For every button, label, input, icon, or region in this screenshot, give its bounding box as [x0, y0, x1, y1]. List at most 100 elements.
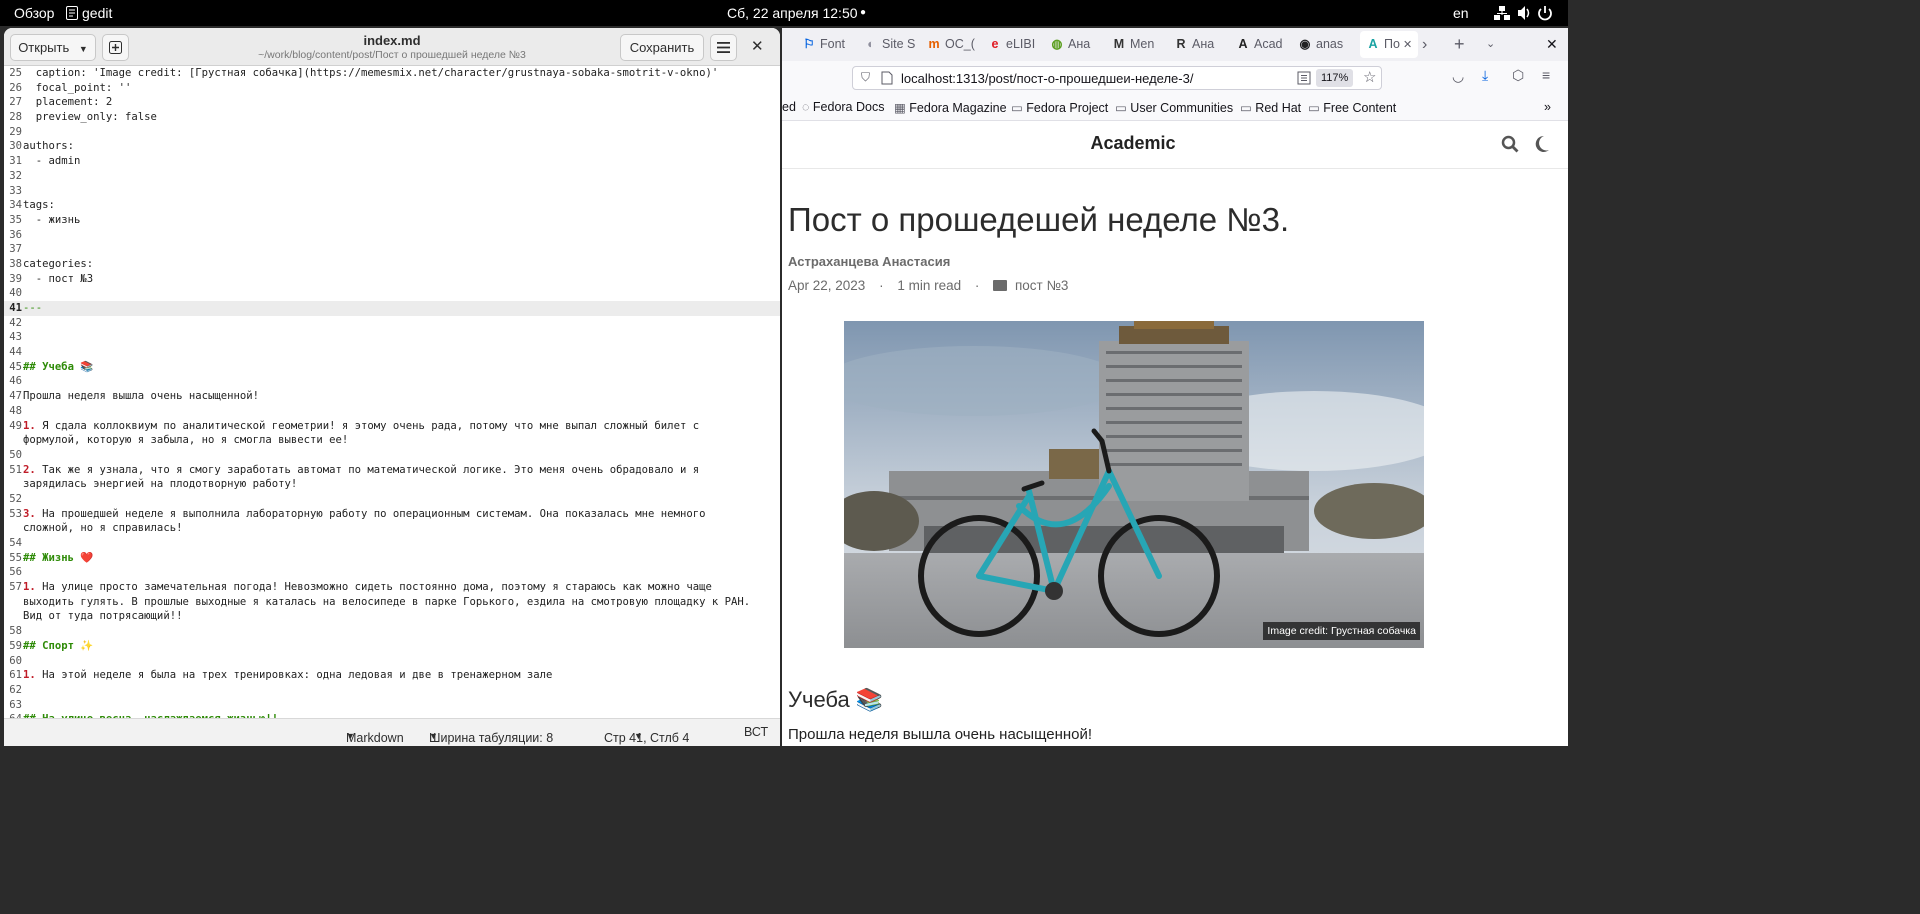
reader-view-icon[interactable] [1297, 71, 1311, 85]
search-icon[interactable] [1501, 135, 1519, 153]
browser-tab[interactable]: ◐ Site S [864, 28, 922, 61]
browser-tab[interactable]: A По ✕ [1360, 31, 1418, 58]
code-line[interactable]: 45 ## Учеба 📚 [4, 360, 780, 375]
code-line[interactable]: 50 [4, 448, 780, 463]
close-icon[interactable]: ✕ [751, 37, 764, 55]
code-line[interactable]: 61 1. На этой неделе я была на трех трени… [4, 668, 780, 683]
bookmark-item[interactable]: ▦ Fedora Magazine [894, 100, 1007, 115]
app-menu[interactable]: gedit [66, 0, 112, 26]
browser-tab[interactable]: ⚐ Font [802, 28, 860, 61]
line-number: 46 [9, 375, 22, 388]
code-line[interactable]: 55 ## Жизнь ❤️ [4, 551, 780, 566]
browser-tab[interactable]: ◍ Ана [1050, 28, 1108, 61]
code-line[interactable]: 63 [4, 698, 780, 713]
line-number: 59 [9, 639, 22, 652]
app-menu-icon[interactable]: ≡ [1542, 67, 1550, 83]
bookmark-item[interactable]: ed [782, 100, 796, 114]
code-line[interactable]: 44 [4, 345, 780, 360]
code-line[interactable]: зарядилась энергией на плодотворную рабо… [4, 477, 780, 492]
extensions-icon[interactable]: ⬡ [1512, 67, 1524, 84]
code-line[interactable]: 30 authors: [4, 139, 780, 154]
new-tab-button[interactable] [102, 34, 129, 61]
code-line[interactable]: 40 [4, 286, 780, 301]
code-line[interactable]: 37 [4, 242, 780, 257]
code-line[interactable]: 57 1. На улице просто замечательная погод… [4, 580, 780, 595]
clock[interactable]: Сб, 22 апреля 12:50 [727, 0, 858, 26]
bookmark-item[interactable]: ▭ User Communities [1115, 100, 1233, 115]
code-line[interactable]: 58 [4, 624, 780, 639]
bookmark-item[interactable]: ◌ Fedora Docs [802, 100, 884, 114]
site-title[interactable]: Academic [782, 133, 1484, 154]
volume-icon [1518, 6, 1530, 20]
code-line[interactable]: 43 [4, 330, 780, 345]
activities-button[interactable]: Обзор [14, 0, 54, 26]
code-line[interactable]: 56 [4, 565, 780, 580]
code-line[interactable]: 28 preview_only: false [4, 110, 780, 125]
bookmark-item[interactable]: ▭ Red Hat [1240, 100, 1301, 115]
page-info-icon[interactable] [881, 71, 893, 85]
url-bar[interactable]: ⛉ localhost:1313/post/пост-о-прошедшеи-н… [852, 66, 1382, 90]
system-menu[interactable] [1494, 0, 1562, 26]
code-line[interactable]: 39 - пост №3 [4, 272, 780, 287]
zoom-level-badge[interactable]: 117% [1316, 69, 1354, 87]
code-line[interactable]: 52 [4, 492, 780, 507]
browser-tab[interactable]: R Ана [1174, 28, 1232, 61]
code-line[interactable]: 27 placement: 2 [4, 95, 780, 110]
bookmark-item[interactable]: ▭ Fedora Project [1011, 100, 1108, 115]
browser-tab[interactable]: A Acad [1236, 28, 1294, 61]
code-line[interactable]: 42 [4, 316, 780, 331]
code-line-text: сложной, но я справилась! [23, 522, 183, 535]
close-window-icon[interactable]: ✕ [1546, 28, 1560, 61]
code-line[interactable]: 59 ## Спорт ✨ [4, 639, 780, 654]
post-author[interactable]: Астраханцева Анастасия [788, 254, 950, 269]
code-line[interactable]: 31 - admin [4, 154, 780, 169]
bookmark-star-icon[interactable]: ☆ [1363, 68, 1376, 86]
code-line[interactable]: 47 Прошла неделя вышла очень насыщенной! [4, 389, 780, 404]
code-line[interactable]: 49 1. Я сдала коллоквиум по аналитической… [4, 419, 780, 434]
open-button[interactable]: Открыть ▼ [10, 34, 96, 61]
code-line[interactable]: 48 [4, 404, 780, 419]
code-line[interactable]: 51 2. Так же я узнала, что я смогу зарабо… [4, 463, 780, 478]
code-line[interactable]: 33 [4, 184, 780, 199]
bookmarks-overflow-chevron-icon[interactable]: » [1544, 100, 1551, 114]
keyboard-layout-indicator[interactable]: en [1453, 0, 1469, 26]
code-line[interactable]: выходить гулять. В прошлые выходные я ка… [4, 595, 780, 610]
browser-tab[interactable]: M Men [1112, 28, 1170, 61]
list-all-tabs-chevron-icon[interactable]: › [1422, 28, 1436, 61]
code-line[interactable]: 35 - жизнь [4, 213, 780, 228]
code-line[interactable]: 25 caption: 'Image credit: [Грустная соб… [4, 66, 780, 81]
code-line[interactable]: 26 focal_point: '' [4, 81, 780, 96]
tab-favicon-icon: ◐ [867, 37, 875, 51]
code-line[interactable]: 41 --- [4, 301, 780, 316]
code-line[interactable]: сложной, но я справилась! [4, 521, 780, 536]
downloads-icon[interactable]: ⤓ [1482, 67, 1488, 84]
code-line[interactable]: формулой, которую я забыла, но я смогла … [4, 433, 780, 448]
line-number: 62 [9, 683, 22, 696]
bookmark-item[interactable]: ▭ Free Content [1308, 100, 1396, 115]
browser-tab[interactable]: m ОС_( [927, 28, 985, 61]
code-line[interactable]: 32 [4, 169, 780, 184]
post-category-link[interactable]: пост №3 [1015, 278, 1069, 293]
tracking-shield-icon[interactable]: ⛉ [861, 70, 870, 85]
code-line[interactable]: 62 [4, 683, 780, 698]
code-line[interactable]: 46 [4, 374, 780, 389]
browser-tab[interactable]: ◉ anas [1298, 28, 1356, 61]
dark-mode-moon-icon[interactable] [1534, 135, 1550, 153]
code-line[interactable]: 53 3. На прошедшей неделе я выполнила лаб… [4, 507, 780, 522]
code-line[interactable]: 54 [4, 536, 780, 551]
section-heading: Учеба 📚 [788, 687, 884, 712]
code-line[interactable]: 60 [4, 654, 780, 669]
close-tab-icon[interactable]: ✕ [1400, 39, 1412, 51]
browser-tab[interactable]: e eLIBI [988, 28, 1046, 61]
code-line[interactable]: 34 tags: [4, 198, 780, 213]
new-tab-plus-icon[interactable]: + [1454, 28, 1468, 61]
code-line[interactable]: 36 [4, 228, 780, 243]
text-editor[interactable]: 25 caption: 'Image credit: [Грустная соб… [4, 66, 780, 718]
hamburger-menu-button[interactable] [710, 34, 737, 61]
code-line[interactable]: Вид от туда потрясающий!! [4, 609, 780, 624]
tab-overflow-chevron-down-icon[interactable]: ⌄ [1486, 28, 1500, 61]
save-button[interactable]: Сохранить [620, 34, 704, 61]
code-line[interactable]: 29 [4, 125, 780, 140]
pocket-icon[interactable]: ◡ [1452, 68, 1464, 85]
code-line[interactable]: 38 categories: [4, 257, 780, 272]
